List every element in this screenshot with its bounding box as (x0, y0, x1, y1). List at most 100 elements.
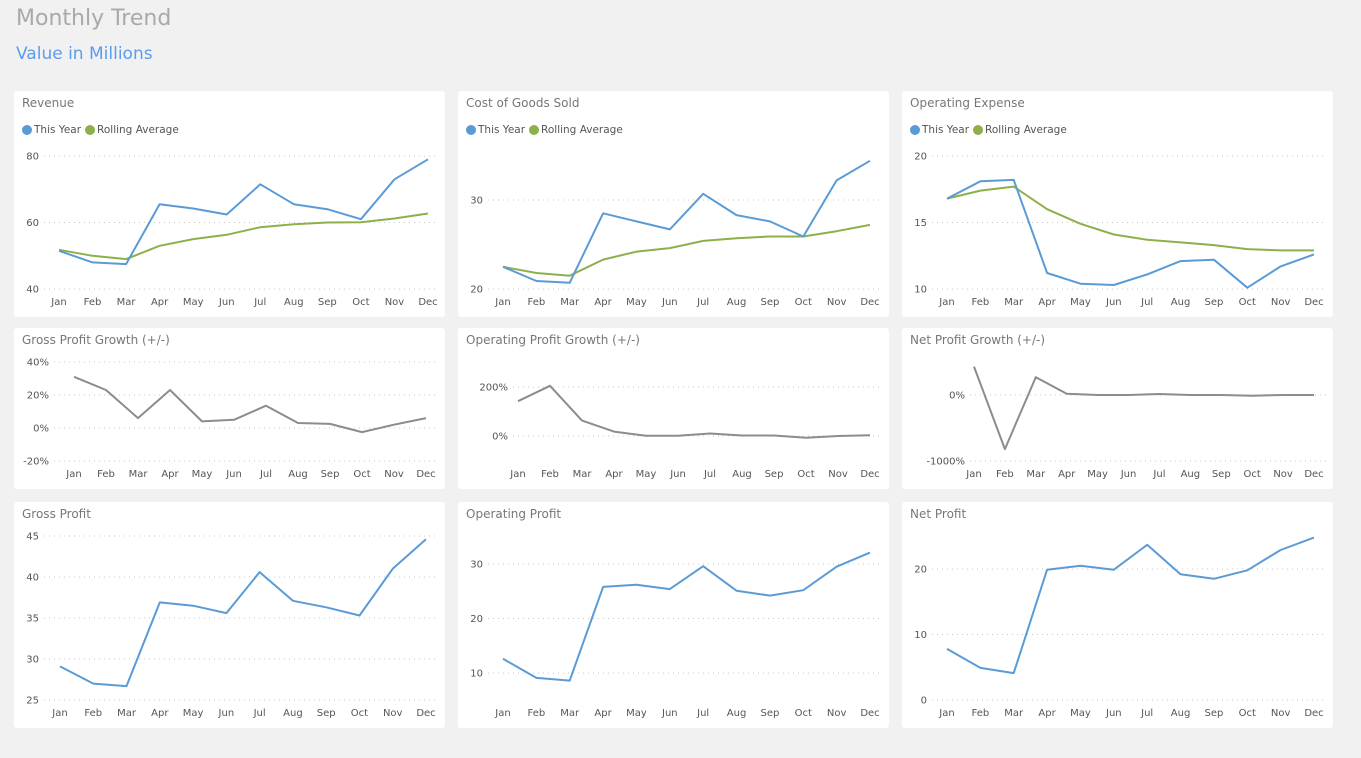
x-tick-label: Jul (703, 469, 716, 480)
x-tick-label: Apr (605, 469, 623, 480)
x-tick-label: Jan (938, 297, 954, 308)
x-tick-label: Jun (669, 469, 686, 480)
series-line-net-profit (946, 536, 1315, 675)
x-tick-label: May (1070, 708, 1091, 719)
x-tick-label: Dec (416, 469, 435, 480)
chart-card-cogs[interactable]: Cost of Goods Sold This Year Rolling Ave… (458, 91, 889, 317)
x-tick-label: Jan (51, 708, 67, 719)
x-tick-label: May (1087, 469, 1108, 480)
chart-card-revenue[interactable]: Revenue This Year Rolling Average 40 60 80… (14, 91, 445, 317)
x-tick-label: Aug (283, 708, 303, 719)
x-tick-label: Sep (1204, 708, 1223, 719)
y-tick-label: 30 (470, 196, 483, 207)
chart-card-operating-expense[interactable]: Operating Expense This Year Rolling Aver… (902, 91, 1333, 317)
x-tick-label: Feb (972, 708, 990, 719)
x-tick-label: Sep (760, 297, 779, 308)
series-line-gross-profit (59, 538, 427, 688)
x-tick-label: Jul (696, 708, 709, 719)
x-tick-label: Feb (84, 297, 102, 308)
x-tick-label: May (636, 469, 657, 480)
chart-plot: 0% 200% Jan Feb Mar Apr May Jun Jul Aug Sep Oct Nov D… (479, 383, 883, 480)
x-tick-label: Feb (528, 297, 546, 308)
x-tick-label: Apr (594, 708, 612, 719)
x-tick-label: Dec (860, 469, 879, 480)
x-tick-label: Aug (727, 708, 747, 719)
x-tick-label: Jan (50, 297, 66, 308)
page-title: Monthly Trend (16, 6, 172, 31)
chart-card-gross-profit[interactable]: Gross Profit 25 30 35 40 45 Jan Feb Mar Apr May Ju… (14, 502, 445, 728)
x-tick-label: Jun (218, 708, 235, 719)
y-tick-label: 60 (26, 218, 39, 229)
chart-plot: 25 30 35 40 45 Jan Feb Mar Apr May Jun Jul Aug Sep Oct… (26, 532, 439, 719)
x-tick-label: Feb (528, 708, 546, 719)
x-tick-label: Apr (594, 297, 612, 308)
x-tick-label: Aug (1171, 708, 1191, 719)
x-tick-label: Mar (129, 469, 149, 480)
x-tick-label: Dec (860, 297, 879, 308)
chart-card-net-profit[interactable]: Net Profit 0 10 20 Jan Feb Mar Apr May Jun Jul Aug… (902, 502, 1333, 728)
x-tick-label: Dec (860, 708, 879, 719)
series-line-rolling-average (58, 212, 429, 261)
x-tick-label: Sep (760, 708, 779, 719)
series-line-net-profit-growth (973, 366, 1314, 451)
chart-plot: -20% 0% 20% 40% Jan Feb Mar Apr May Jun Jul Aug Sep O… (23, 358, 439, 480)
x-tick-label: Aug (727, 297, 747, 308)
x-tick-label: Mar (1004, 297, 1024, 308)
x-tick-label: Nov (828, 469, 848, 480)
x-tick-label: Oct (1239, 708, 1256, 719)
y-tick-label: 35 (26, 614, 39, 625)
chart-plot: 10 20 30 Jan Feb Mar Apr May Jun Jul Aug Sep Oct Nov D… (470, 551, 883, 719)
x-tick-label: Oct (352, 297, 369, 308)
x-tick-label: Jun (1120, 469, 1137, 480)
y-tick-label: -20% (23, 457, 49, 468)
series-line-this-year (58, 158, 429, 266)
x-tick-label: Sep (1204, 297, 1223, 308)
x-tick-label: Apr (1038, 708, 1056, 719)
x-tick-label: Sep (765, 469, 784, 480)
x-tick-label: Mar (1026, 469, 1046, 480)
chart-plot: -1000% 0% Jan Feb Mar Apr May Jun Jul Aug Sep Oct No… (926, 366, 1327, 480)
x-tick-label: Sep (318, 297, 337, 308)
x-tick-label: Nov (1273, 469, 1293, 480)
x-tick-label: May (183, 297, 204, 308)
y-tick-label: -1000% (926, 457, 965, 468)
x-tick-label: Jan (494, 708, 510, 719)
series-line-operating-profit-growth (517, 384, 871, 439)
y-tick-label: 20 (914, 152, 927, 163)
x-tick-label: Aug (732, 469, 752, 480)
y-tick-label: 40 (26, 573, 39, 584)
x-tick-label: Jul (259, 469, 272, 480)
x-tick-label: Feb (84, 708, 102, 719)
y-tick-label: 10 (914, 285, 927, 296)
y-tick-label: 0% (33, 424, 49, 435)
series-line-rolling-average (502, 223, 871, 277)
x-tick-label: Mar (560, 708, 580, 719)
y-tick-label: 200% (479, 383, 508, 394)
y-tick-label: 0% (949, 391, 965, 402)
y-tick-label: 80 (26, 152, 39, 163)
chart-card-gross-profit-growth[interactable]: Gross Profit Growth (+/-) -20% 0% 20% 40% Ja… (14, 328, 445, 489)
series-line-this-year (946, 178, 1315, 289)
y-tick-label: 20% (27, 391, 49, 402)
x-tick-label: Jul (1152, 469, 1165, 480)
x-tick-label: Dec (416, 708, 435, 719)
x-tick-label: Mar (573, 469, 593, 480)
x-tick-label: Jun (1105, 708, 1122, 719)
x-tick-label: Oct (1239, 297, 1256, 308)
x-tick-label: Mar (117, 297, 137, 308)
chart-card-operating-profit-growth[interactable]: Operating Profit Growth (+/-) 0% 200% Jan F… (458, 328, 889, 489)
x-tick-label: Jan (938, 708, 954, 719)
series-line-gross-profit-growth (73, 375, 427, 434)
x-tick-label: May (626, 708, 647, 719)
x-tick-label: Mar (117, 708, 137, 719)
x-tick-label: Dec (418, 297, 437, 308)
y-tick-label: 20 (470, 614, 483, 625)
x-tick-label: Nov (384, 469, 404, 480)
chart-card-operating-profit[interactable]: Operating Profit 10 20 30 Jan Feb Mar Apr May Ju… (458, 502, 889, 728)
x-tick-label: Dec (1304, 469, 1323, 480)
x-tick-label: Jun (218, 297, 235, 308)
x-tick-label: Aug (1171, 297, 1191, 308)
chart-card-net-profit-growth[interactable]: Net Profit Growth (+/-) -1000% 0% Jan Feb Ma… (902, 328, 1333, 489)
x-tick-label: May (626, 297, 647, 308)
x-tick-label: Nov (827, 297, 847, 308)
